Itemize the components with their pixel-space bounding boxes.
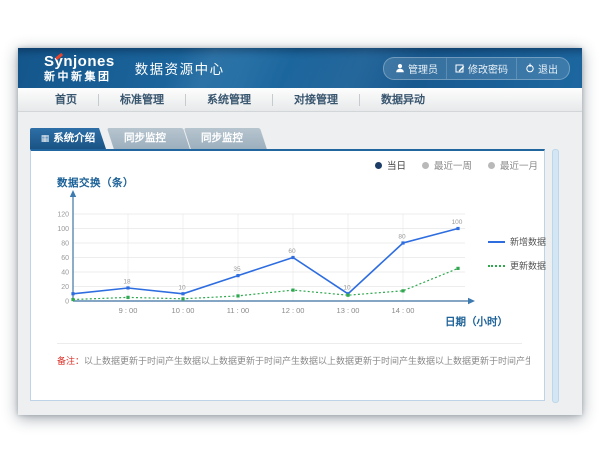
nav-item-system-mgmt[interactable]: 系统管理: [185, 94, 272, 106]
svg-text:10: 10: [178, 284, 186, 291]
period-today-label: 当日: [387, 158, 406, 172]
main-nav: 首页 标准管理 系统管理 对接管理 数据异动: [18, 88, 582, 112]
tab-system-intro-label: 系统介绍: [53, 128, 95, 149]
svg-text:120: 120: [57, 212, 69, 219]
change-password-button[interactable]: 修改密码: [446, 58, 516, 79]
svg-text:60: 60: [61, 255, 69, 262]
nav-item-standard-mgmt[interactable]: 标准管理: [98, 94, 185, 106]
logout-label: 退出: [538, 61, 558, 76]
nav-item-data-change[interactable]: 数据异动: [359, 94, 446, 106]
period-last-week-radio[interactable]: 最近一周: [422, 158, 472, 172]
radio-dot-icon: [375, 162, 382, 169]
svg-text:100: 100: [452, 219, 463, 226]
nav-item-home[interactable]: 首页: [34, 94, 98, 106]
chart-card: 当日 最近一周 最近一月 数据交换（条） 0 20 40 60 80 100 120 9 : …: [30, 149, 545, 401]
app-window: Synjones 新中新集团 数据资源中心 管理员 修改密码: [18, 48, 582, 415]
tab-sync-monitor-1-label: 同步监控: [124, 128, 166, 149]
svg-text:20: 20: [61, 284, 69, 291]
solid-line-swatch-icon: [488, 241, 505, 243]
note-divider: [57, 343, 522, 344]
svg-text:12 : 00: 12 : 00: [282, 306, 305, 315]
svg-text:11 : 00: 11 : 00: [227, 306, 249, 315]
tab-sync-monitor-2[interactable]: 同步监控: [184, 128, 260, 149]
footnote-label: 备注：: [57, 356, 84, 366]
tab-bar: ▦ 系统介绍 同步监控 同步监控: [30, 128, 260, 149]
period-today-radio[interactable]: 当日: [375, 158, 406, 172]
logo: Synjones 新中新集团: [44, 54, 115, 83]
legend-updated-data-label: 更新数据: [510, 259, 546, 272]
svg-text:0: 0: [65, 299, 69, 306]
vertical-scrollbar[interactable]: [552, 149, 559, 403]
change-password-label: 修改密码: [468, 61, 508, 76]
nav-item-interface-mgmt[interactable]: 对接管理: [272, 94, 359, 106]
page-title: 数据资源中心: [135, 58, 225, 78]
radio-dot-icon: [422, 162, 429, 169]
svg-text:40: 40: [61, 270, 69, 277]
period-last-week-label: 最近一周: [434, 158, 472, 172]
svg-text:60: 60: [288, 248, 296, 255]
svg-text:10 : 00: 10 : 00: [172, 306, 195, 315]
svg-text:35: 35: [233, 266, 241, 273]
period-last-month-label: 最近一月: [500, 158, 538, 172]
svg-text:14 : 00: 14 : 00: [392, 306, 415, 315]
logout-button[interactable]: 退出: [516, 58, 566, 79]
svg-text:18: 18: [123, 278, 131, 285]
app-header: Synjones 新中新集团 数据资源中心 管理员 修改密码: [18, 48, 582, 88]
chart-legend: 新增数据 更新数据: [488, 235, 546, 272]
period-selector: 当日 最近一周 最近一月: [375, 158, 538, 172]
legend-new-data[interactable]: 新增数据: [488, 235, 546, 248]
logo-name: Synjones: [44, 54, 115, 69]
svg-text:80: 80: [61, 241, 69, 248]
user-menu: 管理员 修改密码 退出: [383, 57, 570, 80]
x-axis-title: 日期（小时）: [445, 314, 508, 329]
svg-text:100: 100: [57, 226, 69, 233]
period-last-month-radio[interactable]: 最近一月: [488, 158, 538, 172]
tab-system-intro[interactable]: ▦ 系统介绍: [30, 128, 106, 149]
grid-icon: ▦: [41, 134, 50, 143]
legend-new-data-label: 新增数据: [510, 235, 546, 248]
content-area: ▦ 系统介绍 同步监控 同步监控 当日 最近一周: [18, 112, 582, 416]
y-axis-title: 数据交换（条）: [57, 175, 134, 190]
admin-user-button[interactable]: 管理员: [387, 58, 446, 79]
svg-text:13 : 00: 13 : 00: [337, 306, 360, 315]
tab-sync-monitor-1[interactable]: 同步监控: [107, 128, 183, 149]
power-icon: [525, 63, 535, 73]
radio-dot-icon: [488, 162, 495, 169]
footnote: 备注：以上数据更新于时间产生数据以上数据更新于时间产生数据以上数据更新于时间产生…: [57, 355, 530, 369]
svg-text:80: 80: [398, 234, 406, 241]
svg-text:10: 10: [343, 284, 351, 291]
line-chart: 0 20 40 60 80 100 120 9 : 00 10 : 00 11 : 00 12 : …: [57, 189, 487, 324]
edit-icon: [455, 63, 465, 73]
footnote-text: 以上数据更新于时间产生数据以上数据更新于时间产生数据以上数据更新于时间产生数据以…: [84, 356, 530, 366]
legend-updated-data[interactable]: 更新数据: [488, 259, 546, 272]
dotted-line-swatch-icon: [488, 265, 505, 267]
logo-subtitle: 新中新集团: [44, 72, 115, 83]
tab-sync-monitor-2-label: 同步监控: [201, 128, 243, 149]
svg-text:9 : 00: 9 : 00: [119, 306, 138, 315]
user-icon: [395, 63, 405, 73]
admin-user-label: 管理员: [408, 61, 438, 76]
